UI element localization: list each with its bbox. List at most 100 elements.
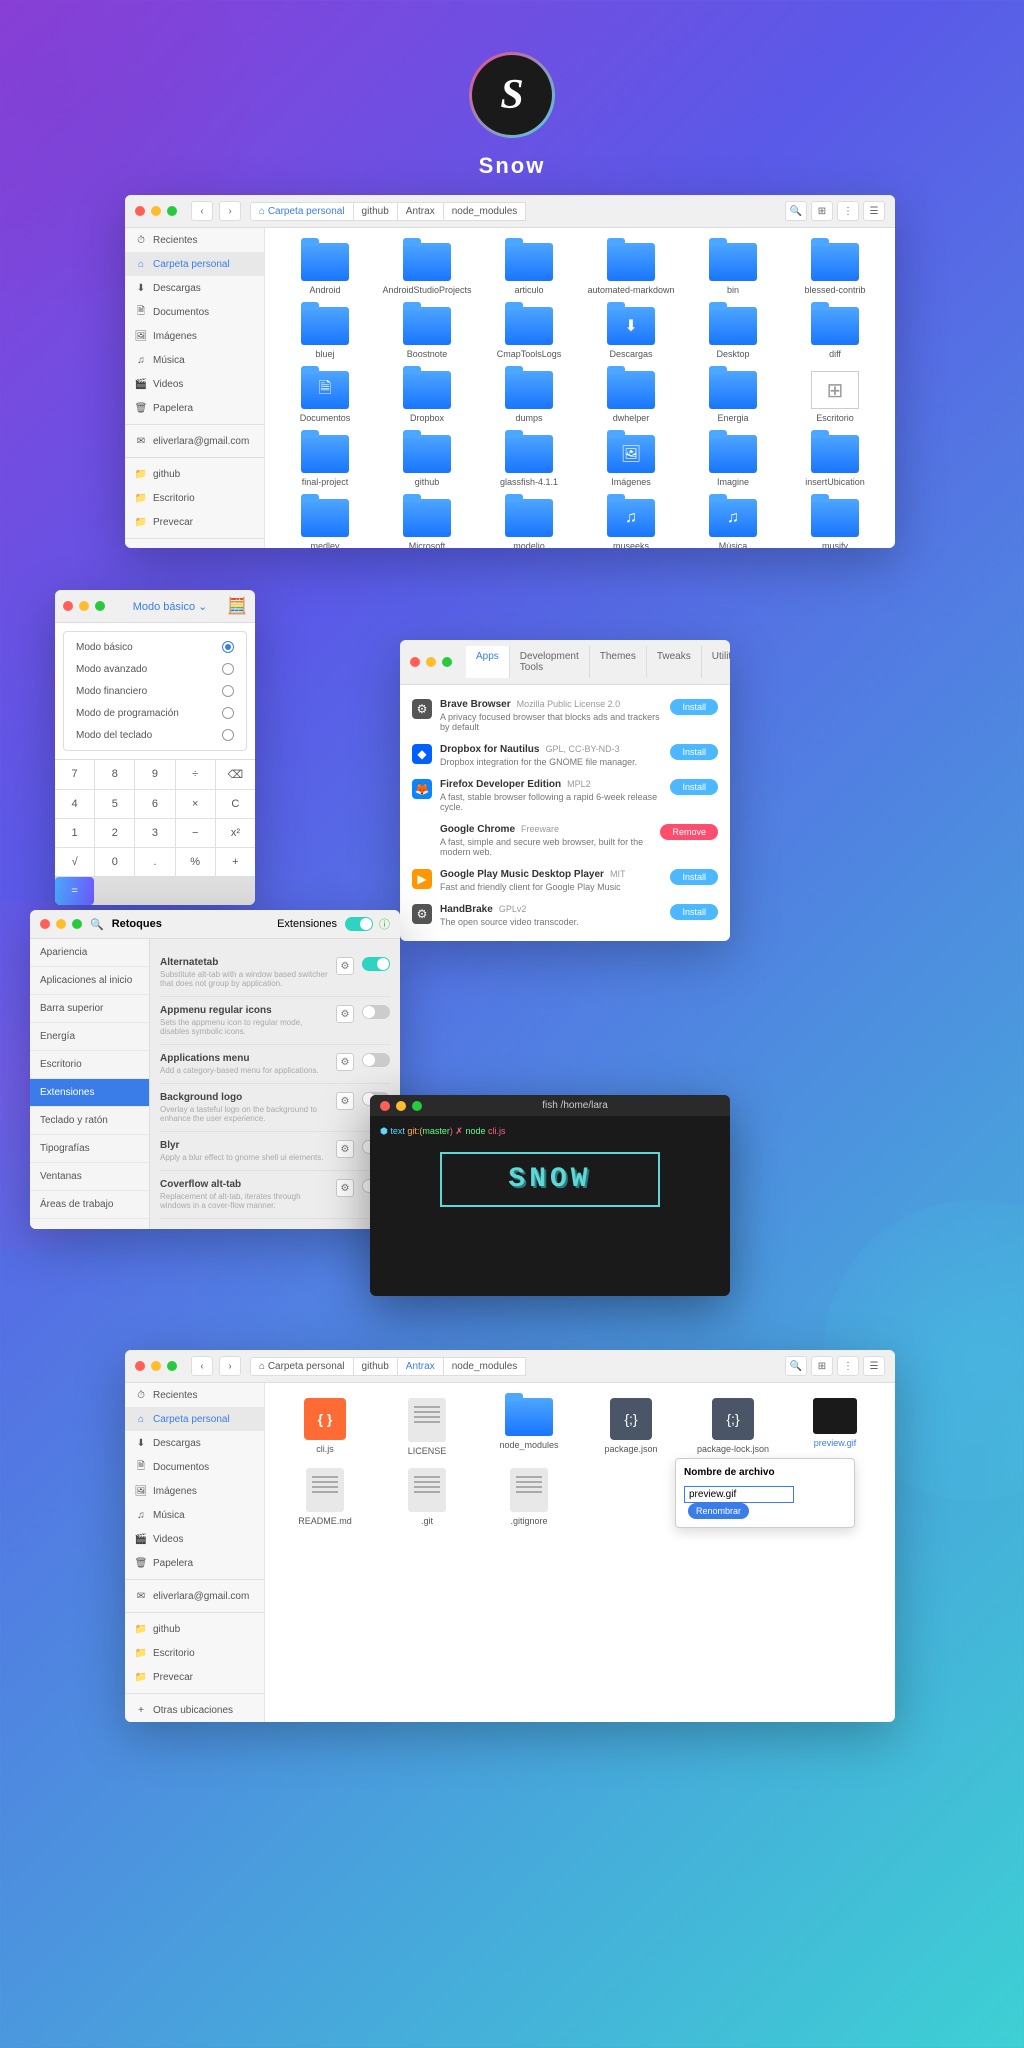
mode-option[interactable]: Modo del teclado: [68, 724, 242, 746]
extension-toggle[interactable]: [362, 1005, 390, 1019]
breadcrumb[interactable]: ⌂ Carpeta personalgithubAntraxnode_modul…: [251, 1357, 526, 1376]
sidebar-item[interactable]: 🗎Documentos: [125, 1455, 264, 1479]
sidebar-item[interactable]: 🖼Imágenes: [125, 324, 264, 348]
gear-icon[interactable]: ⚙: [336, 957, 354, 975]
folder-item[interactable]: ⊞Escritorio: [790, 371, 880, 423]
info-icon[interactable]: ⓘ: [379, 916, 390, 932]
breadcrumb-item[interactable]: github: [353, 1357, 398, 1376]
folder-item[interactable]: dumps: [484, 371, 574, 423]
category-item[interactable]: Teclado y ratón: [30, 1107, 149, 1135]
sidebar-item[interactable]: 📁Prevecar: [125, 1665, 264, 1689]
search-icon[interactable]: 🔍: [785, 1356, 807, 1376]
window-controls[interactable]: [380, 1101, 422, 1111]
sidebar-item[interactable]: ♫Música: [125, 1503, 264, 1527]
window-controls[interactable]: [63, 601, 105, 611]
extension-toggle[interactable]: [362, 1053, 390, 1067]
folder-item[interactable]: musify: [790, 499, 880, 548]
folder-item[interactable]: ⬇Descargas: [586, 307, 676, 359]
app-item[interactable]: ⚙HandBrakeGPLv2The open source video tra…: [412, 898, 718, 933]
sidebar-item[interactable]: ⏱Recientes: [125, 1383, 264, 1407]
app-item[interactable]: 🦊Firefox Developer EditionMPL2A fast, st…: [412, 773, 718, 818]
sidebar-item[interactable]: ✉eliverlara@gmail.com: [125, 1584, 264, 1608]
action-button[interactable]: Install: [670, 779, 718, 795]
calc-key[interactable]: C: [216, 790, 255, 818]
calc-key[interactable]: 1: [55, 819, 94, 847]
view-toggle-icon[interactable]: ⊞: [811, 201, 833, 221]
sidebar-item[interactable]: 🗑Papelera: [125, 1551, 264, 1575]
hamburger-icon[interactable]: ☰: [863, 1356, 885, 1376]
breadcrumb-item[interactable]: Antrax: [397, 1357, 444, 1376]
category-tab[interactable]: Development Tools: [510, 646, 590, 678]
calc-key[interactable]: %: [176, 848, 215, 876]
calc-key[interactable]: −: [176, 819, 215, 847]
category-item[interactable]: Apariencia: [30, 939, 149, 967]
sidebar-item[interactable]: 🗎Documentos: [125, 300, 264, 324]
terminal-body[interactable]: ⬢ text git:(master) ✗ node cli.js SNOW: [370, 1116, 730, 1296]
breadcrumb-item[interactable]: ⌂ Carpeta personal: [250, 1357, 354, 1376]
calc-key[interactable]: =: [55, 877, 94, 905]
window-controls[interactable]: [135, 206, 177, 216]
search-icon[interactable]: 🔍: [90, 918, 104, 931]
gear-icon[interactable]: ⚙: [336, 1092, 354, 1110]
mode-option[interactable]: Modo financiero: [68, 680, 242, 702]
sidebar-item[interactable]: ✉eliverlara@gmail.com: [125, 429, 264, 453]
app-item[interactable]: ●Google ChromeFreewareA fast, simple and…: [412, 818, 718, 863]
back-button[interactable]: ‹: [191, 1356, 213, 1376]
category-item[interactable]: Ventanas: [30, 1163, 149, 1191]
folder-item[interactable]: CmapToolsLogs: [484, 307, 574, 359]
extension-toggle[interactable]: [362, 957, 390, 971]
sidebar-item[interactable]: 📁github: [125, 462, 264, 486]
category-item[interactable]: Extensiones: [30, 1079, 149, 1107]
folder-item[interactable]: modelio: [484, 499, 574, 548]
breadcrumb-item[interactable]: Antrax: [397, 202, 444, 221]
sidebar-item[interactable]: 🗑Papelera: [125, 396, 264, 420]
file-item[interactable]: LICENSE: [382, 1398, 472, 1456]
breadcrumb-item[interactable]: node_modules: [443, 202, 527, 221]
action-button[interactable]: Install: [670, 869, 718, 885]
folder-item[interactable]: 🗎Documentos: [280, 371, 370, 423]
master-toggle[interactable]: [345, 917, 373, 931]
app-item[interactable]: ⚙Brave BrowserMozilla Public License 2.0…: [412, 693, 718, 738]
calc-key[interactable]: 2: [95, 819, 134, 847]
sidebar-item[interactable]: ⌂Carpeta personal: [125, 252, 264, 276]
breadcrumb[interactable]: ⌂ Carpeta personalgithubAntraxnode_modul…: [251, 202, 526, 221]
sidebar-item[interactable]: 🖼Imágenes: [125, 1479, 264, 1503]
category-item[interactable]: Aplicaciones al inicio: [30, 967, 149, 995]
calc-key[interactable]: 5: [95, 790, 134, 818]
folder-item[interactable]: ♫museeks: [586, 499, 676, 548]
forward-button[interactable]: ›: [219, 1356, 241, 1376]
view-toggle-icon[interactable]: ⊞: [811, 1356, 833, 1376]
calc-key[interactable]: x²: [216, 819, 255, 847]
file-item[interactable]: {;}package-lock.json: [688, 1398, 778, 1456]
back-button[interactable]: ‹: [191, 201, 213, 221]
file-item[interactable]: .git: [382, 1468, 472, 1526]
menu-icon[interactable]: ⋮: [837, 1356, 859, 1376]
sidebar-item[interactable]: ⏱Recientes: [125, 228, 264, 252]
sidebar-item[interactable]: 📁github: [125, 1617, 264, 1641]
file-item[interactable]: {;}package.json: [586, 1398, 676, 1456]
calc-key[interactable]: 6: [135, 790, 174, 818]
action-button[interactable]: Install: [670, 744, 718, 760]
category-item[interactable]: Energía: [30, 1023, 149, 1051]
file-item[interactable]: .gitignore: [484, 1468, 574, 1526]
folder-item[interactable]: Dropbox: [382, 371, 472, 423]
gear-icon[interactable]: ⚙: [336, 1179, 354, 1197]
folder-item[interactable]: final-project: [280, 435, 370, 487]
category-item[interactable]: Áreas de trabajo: [30, 1191, 149, 1219]
window-controls[interactable]: [410, 657, 452, 667]
calc-key[interactable]: √: [55, 848, 94, 876]
window-controls[interactable]: [40, 919, 82, 929]
calc-key[interactable]: .: [135, 848, 174, 876]
category-tab[interactable]: Apps: [466, 646, 510, 678]
folder-item[interactable]: Boostnote: [382, 307, 472, 359]
calc-key[interactable]: 9: [135, 760, 174, 789]
sidebar-item[interactable]: +Otras ubicaciones: [125, 1698, 264, 1722]
breadcrumb-item[interactable]: node_modules: [443, 1357, 527, 1376]
action-button[interactable]: Remove: [660, 824, 718, 840]
rename-button[interactable]: Renombrar: [688, 1503, 749, 1519]
sidebar-item[interactable]: 🎬Videos: [125, 1527, 264, 1551]
category-tab[interactable]: Tweaks: [647, 646, 702, 678]
folder-item[interactable]: medley: [280, 499, 370, 548]
gear-icon[interactable]: ⚙: [336, 1005, 354, 1023]
breadcrumb-item[interactable]: github: [353, 202, 398, 221]
